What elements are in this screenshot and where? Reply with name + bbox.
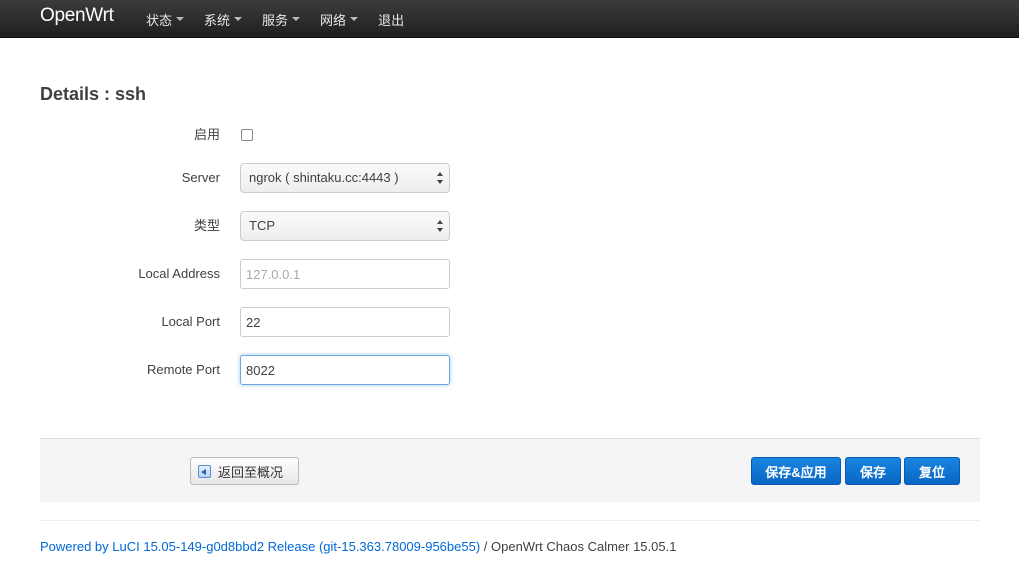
row-local-port: Local Port xyxy=(0,307,1019,337)
remote-port-input[interactable] xyxy=(240,355,450,385)
footer-divider xyxy=(40,520,980,521)
server-label: Server xyxy=(181,170,220,185)
brand-logo[interactable]: OpenWrt xyxy=(40,5,114,27)
chevron-down-icon xyxy=(176,17,185,21)
enable-label: 启用 xyxy=(193,127,220,142)
main-menu: 状态 系统 服务 网络 退出 xyxy=(146,0,424,38)
form-actions: 返回至概况 保存&应用 保存 复位 xyxy=(40,438,980,502)
menu-system[interactable]: 系统 xyxy=(204,10,243,29)
menu-network-label: 网络 xyxy=(320,12,347,28)
chevron-down-icon xyxy=(234,17,243,21)
server-select[interactable]: ngrok ( shintaku.cc:4443 ) xyxy=(240,163,450,193)
luci-link[interactable]: Powered by LuCI 15.05-149-g0d8bbd2 Relea… xyxy=(40,539,480,554)
enable-checkbox[interactable] xyxy=(241,129,253,141)
row-local-address: Local Address xyxy=(0,259,1019,289)
local-port-input[interactable] xyxy=(240,307,450,337)
row-remote-port: Remote Port xyxy=(0,355,1019,385)
select-arrows-icon xyxy=(437,172,443,184)
menu-system-label: 系统 xyxy=(204,12,231,28)
back-to-overview-button[interactable]: 返回至概况 xyxy=(190,457,299,485)
chevron-down-icon xyxy=(292,17,301,21)
back-arrow-icon xyxy=(198,464,211,478)
menu-network[interactable]: 网络 xyxy=(320,10,359,29)
row-type: 类型 TCP xyxy=(0,211,1019,241)
menu-services[interactable]: 服务 xyxy=(262,10,301,29)
menu-status-label: 状态 xyxy=(146,12,173,28)
menu-status[interactable]: 状态 xyxy=(146,10,185,29)
chevron-down-icon xyxy=(350,17,359,21)
server-select-value: ngrok ( shintaku.cc:4443 ) xyxy=(249,170,399,185)
save-apply-button[interactable]: 保存&应用 xyxy=(751,457,841,485)
row-enable: 启用 xyxy=(0,120,1019,150)
local-address-label: Local Address xyxy=(138,266,220,281)
reset-button[interactable]: 复位 xyxy=(904,457,960,485)
menu-services-label: 服务 xyxy=(262,12,289,28)
type-label: 类型 xyxy=(193,218,220,233)
type-select[interactable]: TCP xyxy=(240,211,450,241)
type-select-value: TCP xyxy=(249,218,275,233)
remote-port-label: Remote Port xyxy=(147,362,220,377)
top-navbar: OpenWrt 状态 系统 服务 网络 退出 xyxy=(0,0,1019,38)
local-address-input[interactable] xyxy=(240,259,450,289)
menu-logout[interactable]: 退出 xyxy=(378,10,404,29)
local-port-label: Local Port xyxy=(161,314,220,329)
row-server: Server ngrok ( shintaku.cc:4443 ) xyxy=(0,163,1019,193)
save-button[interactable]: 保存 xyxy=(845,457,901,485)
back-button-label: 返回至概况 xyxy=(218,464,284,480)
footer: Powered by LuCI 15.05-149-g0d8bbd2 Relea… xyxy=(40,539,676,554)
menu-logout-label: 退出 xyxy=(378,12,405,28)
select-arrows-icon xyxy=(437,220,443,232)
footer-version: / OpenWrt Chaos Calmer 15.05.1 xyxy=(480,539,677,554)
page-title: Details : ssh xyxy=(40,84,147,104)
